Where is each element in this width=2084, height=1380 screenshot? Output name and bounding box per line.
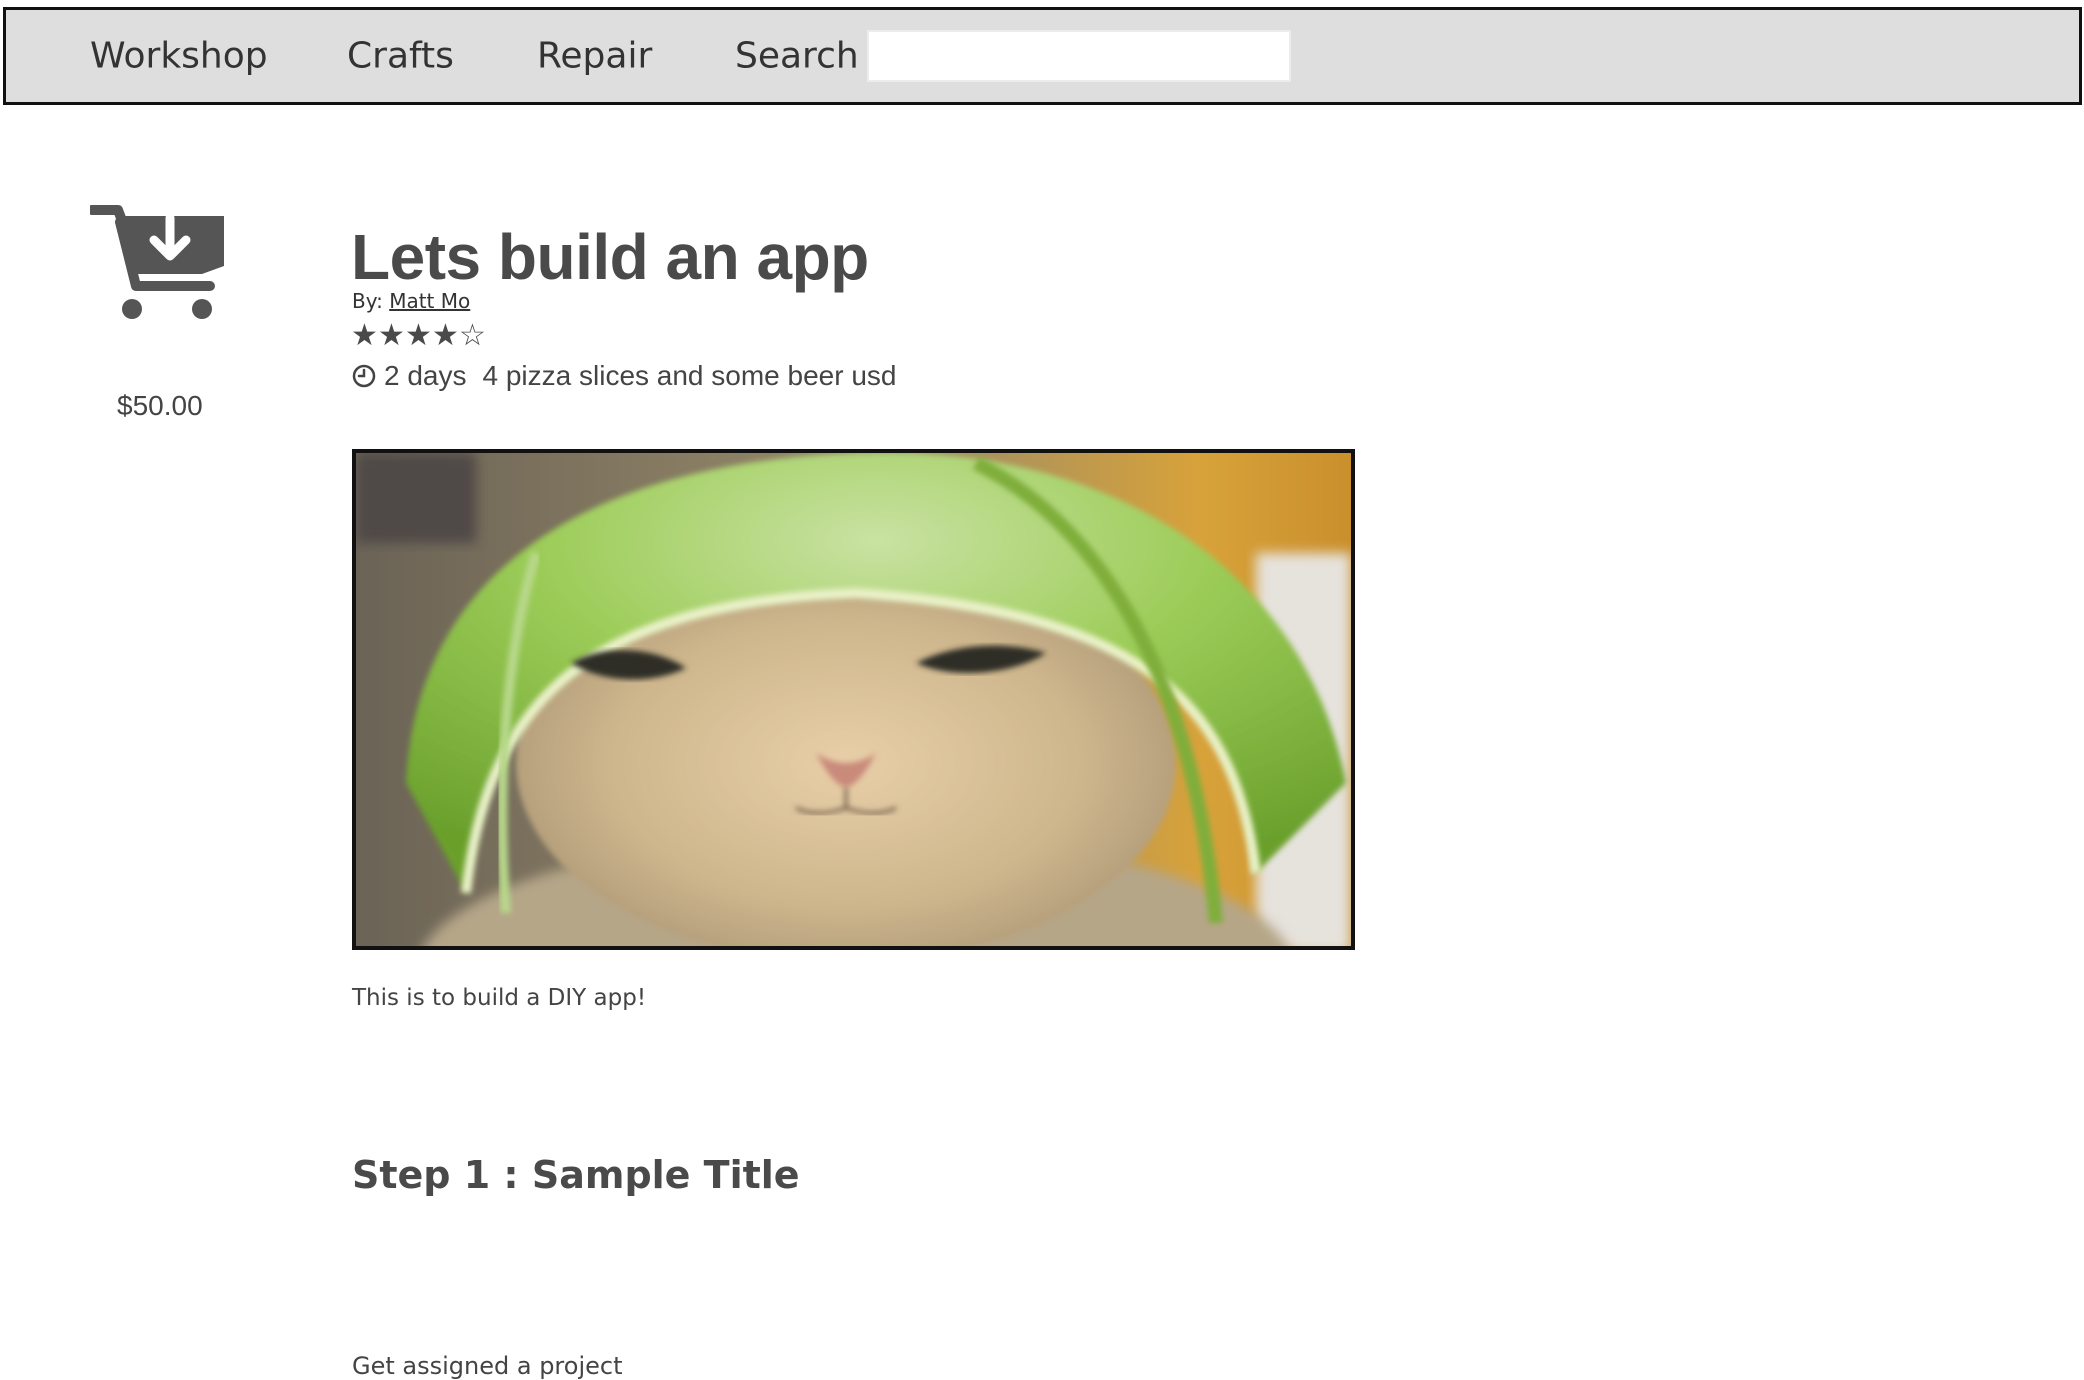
star-empty-icon: ☆ xyxy=(459,318,486,353)
nav-item-workshop[interactable]: Workshop xyxy=(90,36,268,77)
cost-text: 4 pizza slices and some beer usd xyxy=(482,360,897,391)
search-input[interactable] xyxy=(867,30,1291,82)
search-label: Search xyxy=(735,35,859,77)
byline-prefix: By: xyxy=(352,289,383,313)
project-title: Lets build an app xyxy=(351,221,869,293)
step-title: Step 1 : Sample Title xyxy=(352,1153,800,1197)
project-meta: 2 days 4 pizza slices and some beer usd xyxy=(352,360,897,392)
project-image xyxy=(352,449,1355,950)
nav-item-repair[interactable]: Repair xyxy=(537,36,652,77)
clock-icon xyxy=(352,364,376,388)
star-rating: ★ ★ ★ ★ ☆ xyxy=(351,318,486,354)
price-label: $50.00 xyxy=(117,390,203,421)
star-icon: ★ xyxy=(378,318,405,353)
star-icon: ★ xyxy=(405,318,432,353)
author-link[interactable]: Matt Mo xyxy=(389,289,470,313)
project-description: This is to build a DIY app! xyxy=(352,985,647,1011)
byline: By: Matt Mo xyxy=(352,289,470,313)
cart-download-icon[interactable] xyxy=(87,204,226,320)
duration-text: 2 days xyxy=(384,360,467,391)
top-navbar: Workshop Crafts Repair Search xyxy=(3,7,2082,105)
star-icon: ★ xyxy=(432,318,459,353)
nav-item-crafts[interactable]: Crafts xyxy=(347,36,454,77)
star-icon: ★ xyxy=(351,318,378,353)
step-body: Get assigned a project xyxy=(352,1352,623,1380)
